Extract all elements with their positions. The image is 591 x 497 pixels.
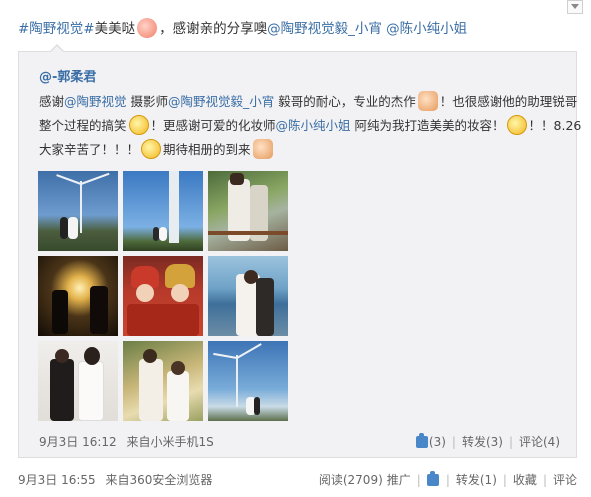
repost-text-part: 感谢 — [39, 94, 65, 109]
repost-forward-button[interactable]: 转发(3) — [462, 435, 503, 449]
post-text-a: 美美哒 — [94, 21, 136, 37]
post-source[interactable]: 来自360安全浏览器 — [106, 473, 213, 487]
photo-thumbnail[interactable] — [208, 341, 288, 421]
post-footer: 9月3日 16:55 来自360安全浏览器 阅读(2709) 推广 | | 转发(1) |… — [18, 471, 577, 487]
photo-thumbnail[interactable] — [38, 171, 118, 251]
favorite-button[interactable]: 收藏 — [513, 473, 537, 487]
repost-author[interactable]: @-郭柔君 — [39, 66, 96, 85]
repost-text-part: ！也很感谢他的助理锐哥 — [439, 94, 578, 109]
laugh-icon — [128, 115, 149, 135]
post-text: #陶野视觉#美美哒 ，感谢亲的分享噢@陶野视觉毅_小宵 @陈小纯小姐 — [18, 18, 563, 40]
divider: | — [451, 435, 456, 449]
photo-thumbnail[interactable] — [123, 341, 203, 421]
repost-time[interactable]: 9月3日 16:12 — [39, 435, 117, 449]
divider: | — [416, 473, 421, 487]
photo-thumbnail[interactable] — [208, 171, 288, 251]
post-text-b: ，感谢亲的分享噢 — [159, 21, 268, 37]
shy-icon — [141, 139, 162, 159]
mention-link[interactable]: @陶野视觉 — [64, 94, 127, 109]
mention-link[interactable]: @陶野视觉毅_小宵 — [168, 94, 274, 109]
divider: | — [445, 473, 450, 487]
like-button[interactable] — [426, 471, 440, 487]
repost-text-part: ！！8.26 — [528, 118, 582, 133]
repost-comment-button[interactable]: 评论(4) — [519, 435, 560, 449]
chevron-down-icon[interactable] — [567, 0, 583, 14]
photo-thumbnail[interactable] — [123, 256, 203, 336]
love-eyes-icon — [506, 115, 527, 135]
divider: | — [508, 435, 513, 449]
repost-container: @-郭柔君 感谢@陶野视觉 摄影师@陶野视觉毅_小宵 毅哥的耐心，专业的杰作 ！也… — [18, 44, 581, 458]
divider: | — [502, 473, 507, 487]
photo-thumbnail[interactable] — [208, 256, 288, 336]
repost-text-part: 整个过程的搞笑 — [39, 118, 127, 133]
gift-face-icon — [137, 18, 158, 38]
mention-link[interactable]: @陈小纯小姐 — [276, 118, 351, 133]
repost-source[interactable]: 来自小米手机1S — [127, 435, 214, 449]
repost-like-button[interactable]: (3) — [415, 433, 446, 449]
repost-text: 感谢@陶野视觉 摄影师@陶野视觉毅_小宵 毅哥的耐心，专业的杰作 ！也很感谢他的助… — [39, 90, 581, 162]
repost-text-part: ！更感谢可爱的化妆师 — [150, 118, 276, 133]
like-icon — [415, 433, 428, 448]
repost-text-part: 大家辛苦了！！！ — [39, 142, 140, 157]
repost-text-part: 期待相册的到来 — [163, 142, 251, 157]
mention-link-1[interactable]: @陶野视觉毅_小宵 — [267, 21, 382, 37]
mention-link-2[interactable]: @陈小纯小姐 — [386, 21, 467, 37]
promote-button[interactable]: 推广 — [387, 473, 411, 487]
topic-link[interactable]: #陶野视觉# — [18, 21, 95, 37]
thumbs-up-icon — [417, 91, 438, 111]
repost-text-part: 阿纯为我打造美美的妆容！ — [350, 118, 505, 133]
photo-thumbnail[interactable] — [123, 171, 203, 251]
comment-button[interactable]: 评论 — [553, 473, 577, 487]
photo-thumbnail[interactable] — [38, 341, 118, 421]
repost-text-part: 摄影师 — [126, 94, 169, 109]
wave-hand-icon — [252, 139, 273, 159]
forward-button[interactable]: 转发(1) — [456, 473, 497, 487]
repost-like-count: (3) — [428, 435, 446, 449]
repost-text-part: 毅哥的耐心，专业的杰作 — [274, 94, 416, 109]
repost-meta: 9月3日 16:12 来自小米手机1S (3) | 转发(3) | 评论(4) — [39, 433, 560, 449]
read-count: 阅读(2709) — [318, 473, 383, 487]
post-time[interactable]: 9月3日 16:55 — [18, 473, 96, 487]
like-icon — [426, 471, 439, 486]
divider: | — [542, 473, 547, 487]
photo-thumbnail[interactable] — [38, 256, 118, 336]
